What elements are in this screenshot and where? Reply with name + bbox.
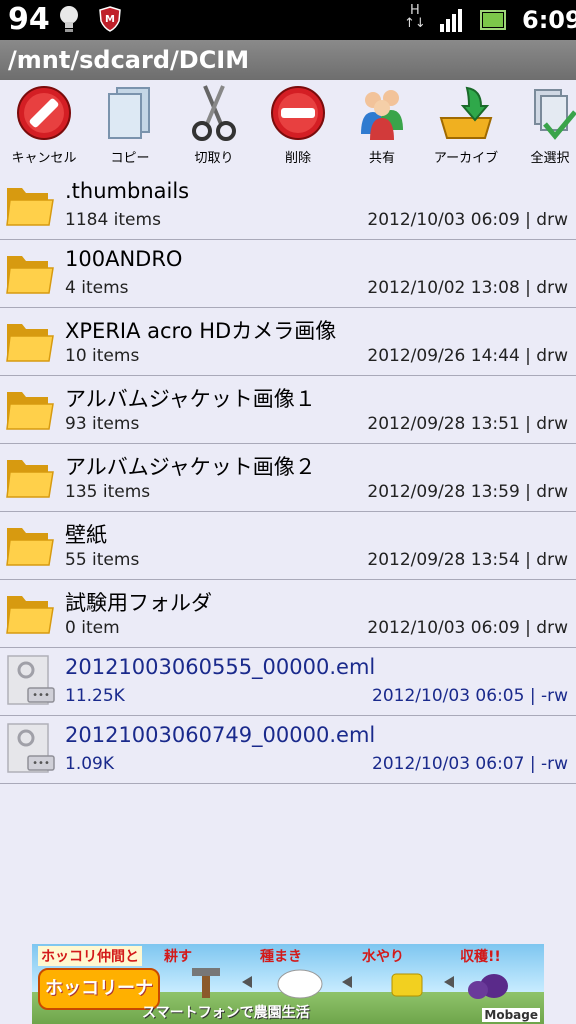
item-size: 1.09K xyxy=(65,754,114,774)
folder-icon xyxy=(4,382,56,438)
item-count: 10 items xyxy=(65,346,140,366)
scissors-icon xyxy=(192,85,236,141)
folder-icon xyxy=(4,246,56,302)
item-meta: 2012/10/03 06:07 | -rw xyxy=(372,754,568,774)
item-meta: 2012/09/26 14:44 | drw xyxy=(367,346,568,366)
item-count: 135 items xyxy=(65,482,151,502)
select-all-button[interactable]: 全選択 xyxy=(508,80,576,172)
generic-file-icon: ••• xyxy=(4,654,56,710)
action-toolbar: キャンセル コピー 切取り 削除 共有 アーカイブ 全選択 xyxy=(0,80,576,173)
item-name: 20121003060555_00000.eml xyxy=(65,655,376,679)
list-item[interactable]: ••• 20121003060749_00000.eml 1.09K 2012/… xyxy=(0,716,576,784)
item-meta: 2012/10/03 06:09 | drw xyxy=(367,210,568,230)
copy-button[interactable]: コピー xyxy=(88,80,172,172)
archive-button[interactable]: アーカイブ xyxy=(424,80,508,172)
item-name: .thumbnails xyxy=(65,179,190,203)
item-name: アルバムジャケット画像２ xyxy=(65,455,316,479)
select-all-icon xyxy=(534,89,576,140)
item-count: 0 item xyxy=(65,618,120,638)
clock: 6:09 xyxy=(522,6,576,34)
folder-icon xyxy=(4,586,56,642)
item-name: 試験用フォルダ xyxy=(65,591,212,615)
folder-icon xyxy=(4,314,56,370)
item-meta: 2012/10/02 13:08 | drw xyxy=(367,278,568,298)
cancel-label: キャンセル xyxy=(11,151,77,166)
list-item[interactable]: 100ANDRO 4 items 2012/10/02 13:08 | drw xyxy=(0,240,576,308)
cut-label: 切取り xyxy=(194,151,234,166)
item-count: 55 items xyxy=(65,550,140,570)
item-meta: 2012/10/03 06:05 | -rw xyxy=(372,686,568,706)
battery-icon xyxy=(480,9,506,35)
list-item[interactable]: ••• 20121003060555_00000.eml 11.25K 2012… xyxy=(0,648,576,716)
item-name: 100ANDRO xyxy=(65,247,183,271)
ad-brand: Mobage xyxy=(482,1008,540,1022)
list-item[interactable]: アルバムジャケット画像２ 135 items 2012/09/28 13:59 … xyxy=(0,444,576,512)
svg-text:M: M xyxy=(105,14,115,25)
item-name: 壁紙 xyxy=(65,523,107,547)
file-list: .thumbnails 1184 items 2012/10/03 06:09 … xyxy=(0,172,576,784)
list-item[interactable]: 壁紙 55 items 2012/09/28 13:54 | drw xyxy=(0,512,576,580)
share-icon xyxy=(361,90,403,140)
ad-step: 収穫!! xyxy=(460,949,501,965)
item-meta: 2012/10/03 06:09 | drw xyxy=(367,618,568,638)
share-label: 共有 xyxy=(368,151,395,166)
item-name: XPERIA acro HDカメラ画像 xyxy=(65,319,337,343)
cut-button[interactable]: 切取り xyxy=(172,80,256,172)
item-count: 1184 items xyxy=(65,210,161,230)
ad-illustration xyxy=(192,968,508,999)
list-item[interactable]: 試験用フォルダ 0 item 2012/10/03 06:09 | drw xyxy=(0,580,576,648)
delete-label: 削除 xyxy=(284,151,311,166)
delete-icon xyxy=(271,86,325,140)
item-count: 4 items xyxy=(65,278,129,298)
delete-button[interactable]: 削除 xyxy=(256,80,340,172)
folder-icon xyxy=(4,450,56,506)
list-item[interactable]: XPERIA acro HDカメラ画像 10 items 2012/09/26 … xyxy=(0,308,576,376)
battery-level-text: 94 xyxy=(8,2,50,37)
svg-text:•••: ••• xyxy=(32,758,50,769)
archive-icon xyxy=(439,86,493,139)
item-name: 20121003060749_00000.eml xyxy=(65,723,376,747)
svg-text:•••: ••• xyxy=(32,690,50,701)
ad-step: 耕す xyxy=(164,949,192,965)
ad-top-text: ホッコリ仲間と xyxy=(38,946,142,966)
ad-step: 種まき xyxy=(260,949,302,965)
list-item[interactable]: アルバムジャケット画像１ 93 items 2012/09/28 13:51 |… xyxy=(0,376,576,444)
ad-step: 水やり xyxy=(362,949,404,965)
generic-file-icon: ••• xyxy=(4,722,56,778)
bulb-icon xyxy=(58,4,80,38)
item-name: アルバムジャケット画像１ xyxy=(65,387,316,411)
item-size: 11.25K xyxy=(65,686,125,706)
ad-banner[interactable]: ホッコリ仲間と ホッコリーナ 耕す 種まき 水やり 収穫!! スマートフォンで農… xyxy=(32,944,544,1024)
cancel-button[interactable]: キャンセル xyxy=(2,80,86,172)
path-bar: /mnt/sdcard/DCIM xyxy=(0,40,576,80)
signal-icon xyxy=(440,8,466,36)
list-item[interactable]: .thumbnails 1184 items 2012/10/03 06:09 … xyxy=(0,172,576,240)
item-meta: 2012/09/28 13:51 | drw xyxy=(367,414,568,434)
ad-bottom-text: スマートフォンで農園生活 xyxy=(142,1005,310,1021)
item-meta: 2012/09/28 13:59 | drw xyxy=(367,482,568,502)
network-type-text: H xyxy=(410,3,420,18)
status-bar: 94 M H ↑↓ 6:09 xyxy=(0,0,576,40)
copy-icon xyxy=(108,87,150,139)
cancel-icon xyxy=(17,86,71,140)
folder-icon xyxy=(4,178,56,234)
share-button[interactable]: 共有 xyxy=(340,80,424,172)
security-shield-icon: M xyxy=(98,6,122,36)
item-meta: 2012/09/28 13:54 | drw xyxy=(367,550,568,570)
item-count: 93 items xyxy=(65,414,140,434)
select-all-label: 全選択 xyxy=(530,151,570,166)
folder-icon xyxy=(4,518,56,574)
archive-label: アーカイブ xyxy=(433,151,499,166)
copy-label: コピー xyxy=(110,151,150,166)
network-arrows-icon: H ↑↓ xyxy=(404,3,426,31)
